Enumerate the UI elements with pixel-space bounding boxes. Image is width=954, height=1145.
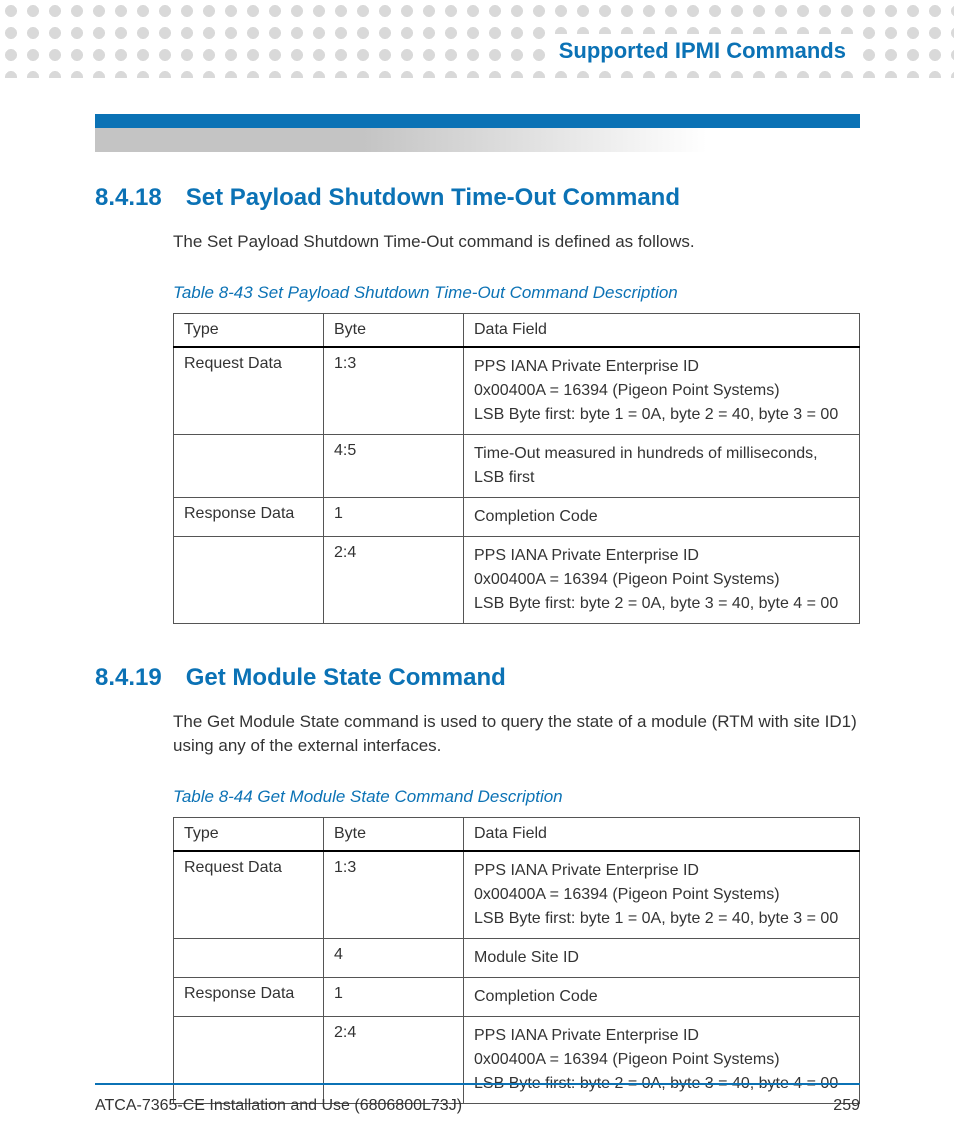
cell-data: Completion Code	[464, 497, 860, 536]
table-caption-8-43: Table 8-43 Set Payload Shutdown Time-Out…	[173, 283, 860, 303]
table-header-row: Type Byte Data Field	[174, 817, 860, 851]
cell-type	[174, 938, 324, 977]
cell-line: Completion Code	[474, 505, 849, 529]
cell-line: LSB Byte first: byte 1 = 0A, byte 2 = 40…	[474, 907, 849, 931]
cell-byte: 1	[324, 497, 464, 536]
cell-data: PPS IANA Private Enterprise ID 0x00400A …	[464, 1016, 860, 1103]
cell-data: PPS IANA Private Enterprise ID 0x00400A …	[464, 536, 860, 623]
cell-type	[174, 1016, 324, 1103]
section-title: Get Module State Command	[186, 664, 506, 692]
cell-line: 0x00400A = 16394 (Pigeon Point Systems)	[474, 379, 849, 403]
footer-doc-title: ATCA-7365-CE Installation and Use (68068…	[95, 1097, 462, 1115]
cell-data: Time-Out measured in hundreds of millise…	[464, 434, 860, 497]
cell-line: PPS IANA Private Enterprise ID	[474, 859, 849, 883]
cell-line: PPS IANA Private Enterprise ID	[474, 355, 849, 379]
cell-data: PPS IANA Private Enterprise ID 0x00400A …	[464, 347, 860, 435]
cell-type	[174, 536, 324, 623]
cell-line: 0x00400A = 16394 (Pigeon Point Systems)	[474, 883, 849, 907]
cell-line: PPS IANA Private Enterprise ID	[474, 544, 849, 568]
cell-line: Module Site ID	[474, 946, 849, 970]
cell-data: PPS IANA Private Enterprise ID 0x00400A …	[464, 851, 860, 939]
table-row: Response Data 1 Completion Code	[174, 497, 860, 536]
cell-line: LSB Byte first: byte 2 = 0A, byte 3 = 40…	[474, 592, 849, 616]
footer-page-number: 259	[833, 1097, 860, 1115]
cell-type: Request Data	[174, 347, 324, 435]
col-header-type: Type	[174, 817, 324, 851]
header-blue-bar	[95, 114, 860, 128]
table-row: Response Data 1 Completion Code	[174, 977, 860, 1016]
cell-line: Time-Out measured in hundreds of millise…	[474, 442, 849, 490]
cell-byte: 1:3	[324, 347, 464, 435]
page-header-title: Supported IPMI Commands	[549, 34, 856, 68]
section-title: Set Payload Shutdown Time-Out Command	[186, 184, 680, 212]
cell-data: Completion Code	[464, 977, 860, 1016]
cell-byte: 4	[324, 938, 464, 977]
table-8-44: Type Byte Data Field Request Data 1:3 PP…	[173, 817, 860, 1104]
section-heading-8-4-19: 8.4.19 Get Module State Command	[95, 664, 860, 692]
cell-byte: 2:4	[324, 536, 464, 623]
table-row: Request Data 1:3 PPS IANA Private Enterp…	[174, 347, 860, 435]
table-row: 2:4 PPS IANA Private Enterprise ID 0x004…	[174, 1016, 860, 1103]
cell-type: Request Data	[174, 851, 324, 939]
col-header-byte: Byte	[324, 313, 464, 347]
col-header-data: Data Field	[464, 817, 860, 851]
table-row: 2:4 PPS IANA Private Enterprise ID 0x004…	[174, 536, 860, 623]
cell-byte: 2:4	[324, 1016, 464, 1103]
footer-divider	[95, 1083, 860, 1085]
table-caption-8-44: Table 8-44 Get Module State Command Desc…	[173, 787, 860, 807]
table-row: 4 Module Site ID	[174, 938, 860, 977]
section-heading-8-4-18: 8.4.18 Set Payload Shutdown Time-Out Com…	[95, 184, 860, 212]
section-intro: The Set Payload Shutdown Time-Out comman…	[173, 230, 860, 255]
table-row: Request Data 1:3 PPS IANA Private Enterp…	[174, 851, 860, 939]
cell-type: Response Data	[174, 497, 324, 536]
cell-byte: 4:5	[324, 434, 464, 497]
page-content: 8.4.18 Set Payload Shutdown Time-Out Com…	[95, 184, 860, 1144]
col-header-byte: Byte	[324, 817, 464, 851]
col-header-data: Data Field	[464, 313, 860, 347]
header-gray-fade	[95, 128, 860, 152]
section-number: 8.4.18	[95, 184, 162, 212]
cell-type: Response Data	[174, 977, 324, 1016]
cell-line: LSB Byte first: byte 1 = 0A, byte 2 = 40…	[474, 403, 849, 427]
section-intro: The Get Module State command is used to …	[173, 710, 860, 759]
cell-byte: 1:3	[324, 851, 464, 939]
page-footer: ATCA-7365-CE Installation and Use (68068…	[95, 1097, 860, 1115]
col-header-type: Type	[174, 313, 324, 347]
table-row: 4:5 Time-Out measured in hundreds of mil…	[174, 434, 860, 497]
cell-line: 0x00400A = 16394 (Pigeon Point Systems)	[474, 1048, 849, 1072]
cell-data: Module Site ID	[464, 938, 860, 977]
table-header-row: Type Byte Data Field	[174, 313, 860, 347]
table-8-43: Type Byte Data Field Request Data 1:3 PP…	[173, 313, 860, 624]
cell-byte: 1	[324, 977, 464, 1016]
cell-type	[174, 434, 324, 497]
cell-line: 0x00400A = 16394 (Pigeon Point Systems)	[474, 568, 849, 592]
cell-line: PPS IANA Private Enterprise ID	[474, 1024, 849, 1048]
cell-line: Completion Code	[474, 985, 849, 1009]
section-number: 8.4.19	[95, 664, 162, 692]
